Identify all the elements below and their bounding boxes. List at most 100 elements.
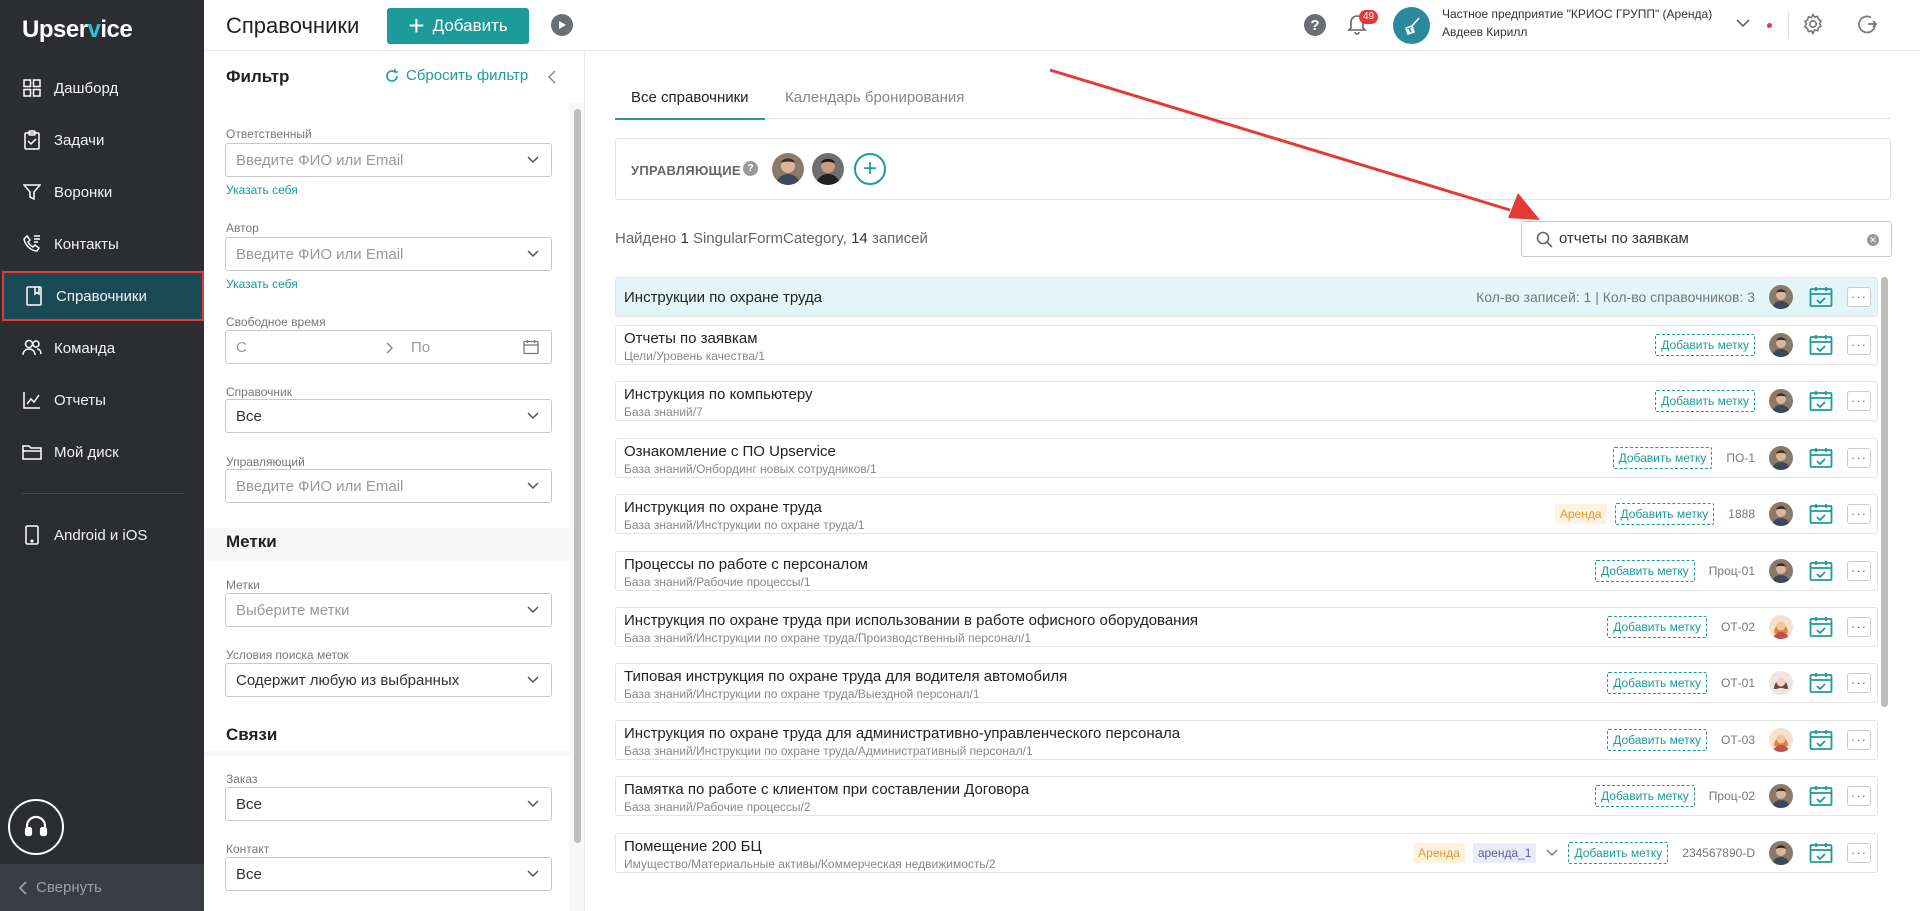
- row-title[interactable]: Инструкция по охране труда: [624, 499, 822, 516]
- table-row[interactable]: Инструкция по охране труда при использов…: [615, 607, 1878, 647]
- search-input[interactable]: [1559, 230, 1859, 247]
- calendar-icon[interactable]: [523, 339, 539, 355]
- calendar-check-icon[interactable]: [1809, 560, 1833, 582]
- more-button[interactable]: ···: [1847, 504, 1871, 525]
- calendar-check-icon[interactable]: [1809, 616, 1833, 638]
- add-tag-button[interactable]: Добавить метку: [1655, 390, 1755, 413]
- sidebar-item-contacts[interactable]: Контакты: [0, 219, 204, 269]
- support-button[interactable]: [8, 799, 64, 855]
- row-title[interactable]: Памятка по работе с клиентом при составл…: [624, 781, 1029, 798]
- clear-search-icon[interactable]: ✕: [1867, 234, 1879, 246]
- row-title[interactable]: Отчеты по заявкам: [624, 330, 758, 347]
- add-tag-button[interactable]: Добавить метку: [1595, 785, 1695, 808]
- row-title[interactable]: Инструкция по охране труда для администр…: [624, 725, 1180, 742]
- chevron-down-icon[interactable]: [1546, 849, 1559, 857]
- author-input[interactable]: Введите ФИО или Email: [225, 237, 552, 271]
- date-to-input[interactable]: По: [411, 339, 430, 356]
- org-avatar[interactable]: [1393, 7, 1430, 44]
- sidebar-item-funnels[interactable]: Воронки: [0, 167, 204, 217]
- video-tutorial-button[interactable]: [551, 14, 573, 36]
- tag-arenda[interactable]: Аренда: [1554, 504, 1607, 525]
- avatar[interactable]: [1769, 333, 1793, 357]
- reset-filter-button[interactable]: Сбросить фильтр: [384, 67, 528, 84]
- group-row[interactable]: Инструкции по охране труда Кол-во записе…: [615, 277, 1878, 317]
- row-title[interactable]: Процессы по работе с персоналом: [624, 556, 868, 573]
- calendar-check-icon[interactable]: [1809, 785, 1833, 807]
- table-row[interactable]: Инструкция по охране труда База знаний/Ин…: [615, 494, 1878, 535]
- user-name[interactable]: Авдеев Кирилл: [1442, 25, 1527, 39]
- collapse-sidebar-button[interactable]: Свернуть: [0, 864, 204, 911]
- table-row[interactable]: Инструкция по компьютеру База знаний/7 Доб…: [615, 381, 1878, 422]
- avatar[interactable]: [1769, 784, 1793, 809]
- more-button[interactable]: ···: [1847, 287, 1871, 307]
- help-icon[interactable]: ?: [743, 161, 758, 176]
- contact-select[interactable]: Все: [225, 857, 552, 891]
- add-manager-button[interactable]: +: [854, 153, 886, 185]
- row-title[interactable]: Инструкция по охране труда при использов…: [624, 612, 1198, 629]
- avatar[interactable]: [1769, 502, 1793, 527]
- chevron-left-icon[interactable]: [548, 70, 556, 84]
- avatar[interactable]: [1769, 558, 1793, 583]
- tag-arenda-1[interactable]: аренда_1: [1472, 842, 1537, 863]
- sidebar-item-tasks[interactable]: Задачи: [0, 115, 204, 165]
- calendar-check-icon[interactable]: [1809, 503, 1833, 525]
- help-button[interactable]: ?: [1304, 14, 1326, 36]
- avatar[interactable]: [1769, 727, 1793, 752]
- avatar[interactable]: [1769, 615, 1793, 639]
- table-row[interactable]: Ознакомление с ПО Upservice База знаний/О…: [615, 437, 1878, 478]
- sidebar-item-mobile[interactable]: Android и iOS: [0, 510, 204, 560]
- add-tag-button[interactable]: Добавить метку: [1612, 446, 1713, 469]
- more-button[interactable]: ···: [1847, 560, 1871, 581]
- more-button[interactable]: ···: [1847, 391, 1871, 412]
- tags-select[interactable]: Выберите метки: [225, 593, 552, 627]
- sidebar-item-directories[interactable]: Справочники: [2, 271, 204, 321]
- avatar[interactable]: [1769, 445, 1793, 470]
- sidebar-item-team[interactable]: Команда: [0, 323, 204, 373]
- free-time-range[interactable]: С По: [225, 330, 552, 364]
- more-button[interactable]: ···: [1847, 617, 1871, 637]
- sidebar-item-reports[interactable]: Отчеты: [0, 375, 204, 425]
- order-select[interactable]: Все: [225, 787, 552, 821]
- add-tag-button[interactable]: Добавить метку: [1568, 841, 1669, 864]
- calendar-check-icon[interactable]: [1809, 672, 1833, 694]
- calendar-check-icon[interactable]: [1809, 390, 1833, 412]
- more-button[interactable]: ···: [1847, 447, 1871, 468]
- table-row[interactable]: Типовая инструкция по охране труда для в…: [615, 663, 1878, 704]
- more-button[interactable]: ···: [1847, 335, 1871, 355]
- responsible-self-link[interactable]: Указать себя: [226, 183, 298, 197]
- table-row[interactable]: Памятка по работе с клиентом при составл…: [615, 776, 1878, 817]
- table-row[interactable]: Помещение 200 БЦ Имущество/Материальные а…: [615, 832, 1878, 873]
- calendar-check-icon[interactable]: [1809, 334, 1833, 356]
- add-tag-button[interactable]: Добавить метку: [1607, 672, 1707, 695]
- logo[interactable]: Upservice: [22, 16, 133, 44]
- list-scrollbar[interactable]: [1881, 277, 1888, 707]
- more-button[interactable]: ···: [1847, 786, 1871, 807]
- add-tag-button[interactable]: Добавить метку: [1655, 334, 1755, 356]
- avatar[interactable]: [1769, 285, 1793, 309]
- calendar-check-icon[interactable]: [1809, 447, 1833, 469]
- logout-icon[interactable]: [1856, 13, 1878, 35]
- add-tag-button[interactable]: Добавить метку: [1614, 503, 1715, 526]
- table-row[interactable]: Отчеты по заявкам Цели/Уровень качества/1…: [615, 325, 1878, 365]
- calendar-check-icon[interactable]: [1809, 842, 1833, 864]
- table-row[interactable]: Инструкция по охране труда для администр…: [615, 719, 1878, 760]
- org-name[interactable]: Частное предприятие "КРИОС ГРУПП" (Аренд…: [1442, 7, 1712, 21]
- search-box[interactable]: ✕: [1521, 221, 1892, 257]
- more-button[interactable]: ···: [1847, 729, 1871, 750]
- avatar[interactable]: [1769, 840, 1793, 865]
- sidebar-item-dashboard[interactable]: Дашборд: [0, 63, 204, 113]
- tag-search-select[interactable]: Содержит любую из выбранных: [225, 663, 552, 697]
- avatar[interactable]: [772, 153, 804, 185]
- directory-select[interactable]: Все: [225, 399, 552, 433]
- tag-arenda[interactable]: Аренда: [1413, 842, 1465, 863]
- more-button[interactable]: ···: [1847, 842, 1871, 863]
- avatar[interactable]: [812, 153, 844, 185]
- avatar[interactable]: [1769, 671, 1793, 696]
- add-tag-button[interactable]: Добавить метку: [1607, 728, 1707, 751]
- calendar-check-icon[interactable]: [1809, 729, 1833, 751]
- more-button[interactable]: ···: [1847, 673, 1871, 694]
- responsible-input[interactable]: Введите ФИО или Email: [225, 143, 552, 177]
- add-tag-button[interactable]: Добавить метку: [1595, 559, 1695, 582]
- row-title[interactable]: Инструкция по компьютеру: [624, 386, 813, 403]
- add-tag-button[interactable]: Добавить метку: [1607, 616, 1707, 638]
